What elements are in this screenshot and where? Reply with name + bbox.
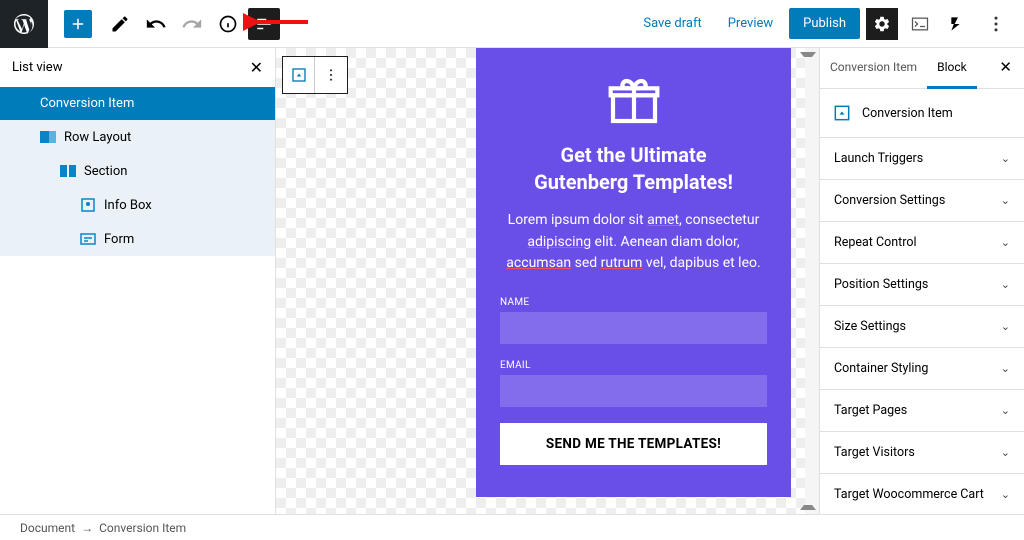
email-input[interactable] (500, 375, 767, 407)
listview-item-label: Section (84, 164, 127, 179)
undo-button[interactable] (140, 8, 172, 40)
chevron-down-icon: ⌄ (1001, 236, 1010, 249)
listview-tree: Conversion Item Row Layout Section Info … (0, 87, 275, 256)
chevron-down-icon: ⌄ (1001, 152, 1010, 165)
inspector-panel: Conversion Item Block ✕ Conversion Item … (820, 48, 1024, 514)
popup-body: Lorem ipsum dolor sit amet, consectetur … (500, 210, 767, 275)
listview-header: List view ✕ (0, 48, 275, 87)
canvas-scrollbar[interactable] (805, 48, 819, 514)
breadcrumb-item[interactable]: Conversion Item (99, 521, 186, 535)
block-more-button[interactable] (315, 57, 347, 93)
infobox-icon (80, 197, 96, 213)
tab-conversion-item[interactable]: Conversion Item (820, 48, 927, 88)
footer-breadcrumb: Document → Conversion Item (0, 514, 1024, 540)
form-icon (80, 231, 96, 247)
panel-target-visitors[interactable]: Target Visitors⌄ (820, 432, 1024, 474)
save-draft-link[interactable]: Save draft (633, 10, 711, 37)
popup-heading: Get the UltimateGutenberg Templates! (500, 142, 767, 196)
panel-container-styling[interactable]: Container Styling⌄ (820, 348, 1024, 390)
name-input[interactable] (500, 312, 767, 344)
email-label: EMAIL (500, 360, 767, 371)
chevron-down-icon: ⌄ (1001, 320, 1010, 333)
redo-button[interactable] (176, 8, 208, 40)
listview-item-label: Info Box (104, 198, 152, 213)
details-button[interactable] (212, 8, 244, 40)
conversion-popup: Get the UltimateGutenberg Templates! Lor… (476, 48, 791, 497)
plugin-button-2[interactable] (942, 8, 974, 40)
listview-item-conversion[interactable]: Conversion Item (0, 87, 275, 120)
listview-item-infobox[interactable]: Info Box (0, 188, 275, 222)
tab-block[interactable]: Block (927, 48, 977, 89)
block-toolbar (282, 56, 348, 94)
chevron-down-icon: ⌄ (1001, 446, 1010, 459)
listview-item-section[interactable]: Section (0, 154, 275, 188)
toolbar-left (48, 8, 280, 40)
inspector-block-name: Conversion Item (862, 106, 953, 121)
panel-target-woocommerce[interactable]: Target Woocommerce Cart⌄ (820, 474, 1024, 514)
preview-link[interactable]: Preview (718, 10, 783, 37)
panel-launch-triggers[interactable]: Launch Triggers⌄ (820, 138, 1024, 180)
section-icon (60, 163, 76, 179)
plugin-button-1[interactable] (904, 8, 936, 40)
breadcrumb-doc[interactable]: Document (20, 521, 75, 535)
chevron-down-icon: ⌄ (1001, 194, 1010, 207)
listview-item-label: Row Layout (64, 130, 131, 145)
chevron-down-icon: ⌄ (1001, 404, 1010, 417)
edit-mode-button[interactable] (104, 8, 136, 40)
block-type-button[interactable] (283, 57, 315, 93)
toolbar-right: Save draft Preview Publish (633, 8, 1024, 40)
listview-item-label: Form (104, 232, 134, 247)
wp-logo[interactable] (0, 0, 48, 48)
breadcrumb-separator: → (81, 521, 93, 535)
listview-item-form[interactable]: Form (0, 222, 275, 256)
main: List view ✕ Conversion Item Row Layout S… (0, 48, 1024, 514)
conversion-block-icon (832, 103, 852, 123)
settings-button[interactable] (866, 8, 898, 40)
listview-button[interactable] (248, 8, 280, 40)
inspector-close-icon[interactable]: ✕ (987, 48, 1024, 88)
gift-icon (500, 72, 767, 132)
topbar: Save draft Preview Publish (0, 0, 1024, 48)
chevron-down-icon: ⌄ (1001, 278, 1010, 291)
more-menu-button[interactable] (980, 8, 1012, 40)
inspector-block-row: Conversion Item (820, 89, 1024, 138)
send-button[interactable]: SEND ME THE TEMPLATES! (500, 423, 767, 465)
add-block-button[interactable] (64, 10, 92, 38)
publish-button[interactable]: Publish (789, 8, 860, 39)
listview-close-icon[interactable]: ✕ (250, 58, 263, 77)
panel-size-settings[interactable]: Size Settings⌄ (820, 306, 1024, 348)
row-layout-icon (40, 129, 56, 145)
panel-conversion-settings[interactable]: Conversion Settings⌄ (820, 180, 1024, 222)
editor-canvas[interactable]: Get the UltimateGutenberg Templates! Lor… (276, 48, 820, 514)
listview-panel: List view ✕ Conversion Item Row Layout S… (0, 48, 276, 514)
chevron-down-icon: ⌄ (1001, 488, 1010, 501)
panel-position-settings[interactable]: Position Settings⌄ (820, 264, 1024, 306)
chevron-down-icon: ⌄ (1001, 362, 1010, 375)
name-label: NAME (500, 297, 767, 308)
listview-item-rowlayout[interactable]: Row Layout (0, 120, 275, 154)
listview-item-label: Conversion Item (40, 96, 134, 111)
panel-repeat-control[interactable]: Repeat Control⌄ (820, 222, 1024, 264)
inspector-tabs: Conversion Item Block ✕ (820, 48, 1024, 89)
listview-title: List view (12, 60, 62, 75)
panel-target-pages[interactable]: Target Pages⌄ (820, 390, 1024, 432)
